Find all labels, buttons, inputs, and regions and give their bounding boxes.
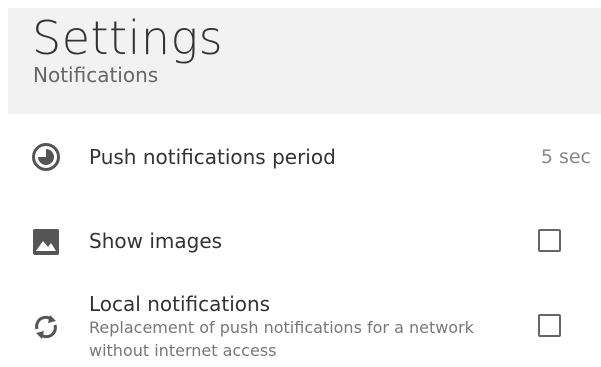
setting-value: 5 sec [540, 146, 591, 168]
timer-icon [31, 142, 61, 172]
setting-show-images[interactable]: Show images [0, 222, 601, 262]
page-subtitle: Notifications [33, 63, 159, 87]
setting-push-period[interactable]: Push notifications period 5 sec [0, 138, 601, 178]
show-images-checkbox[interactable] [538, 229, 561, 252]
page-title: Settings [32, 11, 224, 65]
settings-header: Settings Notifications [8, 8, 601, 114]
setting-label: Local notifications [89, 292, 271, 316]
local-notifications-checkbox[interactable] [538, 314, 561, 337]
sync-icon [31, 312, 61, 342]
image-icon [31, 227, 61, 257]
setting-local-notifications[interactable]: Local notifications Replacement of push … [0, 290, 601, 360]
setting-label: Push notifications period [89, 145, 336, 169]
setting-label: Show images [89, 229, 223, 253]
setting-description: Replacement of push notifications for a … [89, 318, 474, 360]
